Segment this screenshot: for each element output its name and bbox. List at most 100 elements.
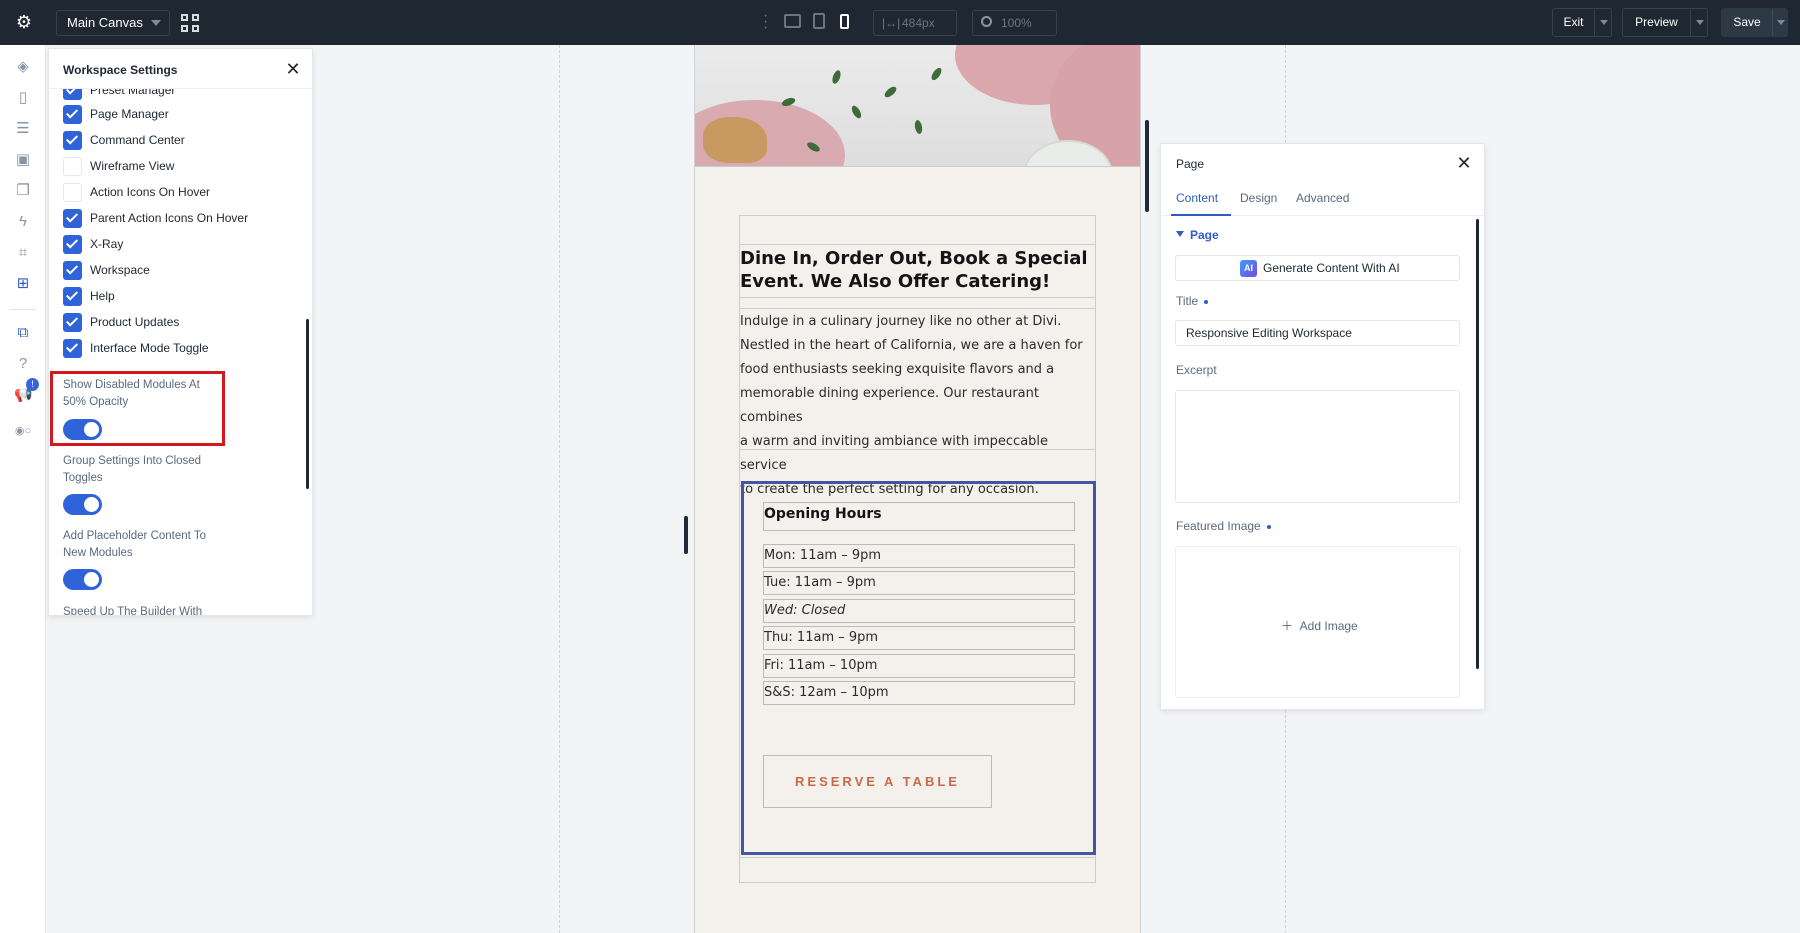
save-label: Save — [1733, 15, 1761, 29]
hero-leaf — [929, 66, 944, 82]
opening-hours-title[interactable]: Opening Hours — [763, 502, 1075, 531]
hours-row[interactable]: Fri: 11am – 10pm — [763, 654, 1075, 678]
checkbox-label: Preset Manager — [90, 89, 176, 97]
checkbox[interactable] — [63, 235, 82, 254]
toggle-group-settings[interactable] — [63, 494, 102, 515]
checkbox-label: Product Updates — [90, 315, 180, 329]
featured-image-upload[interactable]: ＋ Add Image — [1175, 546, 1460, 698]
scrollbar[interactable] — [1476, 219, 1479, 669]
theme-builder-icon[interactable]: ⌗ — [14, 244, 32, 262]
workspace-settings-icon[interactable]: ⊞ — [14, 275, 32, 293]
highlight-box — [50, 371, 225, 446]
hours-row[interactable]: Wed: Closed — [763, 599, 1075, 623]
mode-toggle-icon[interactable]: ◉○ — [14, 422, 32, 440]
checkbox[interactable] — [63, 183, 82, 202]
gear-icon[interactable]: ⚙ — [14, 12, 34, 32]
generate-ai-button[interactable]: AI Generate Content With AI — [1175, 255, 1460, 281]
dynamic-content-icon — [1266, 524, 1271, 529]
hero-leaf — [849, 104, 864, 120]
checkbox-label: Action Icons On Hover — [90, 185, 211, 199]
grid-icon[interactable] — [181, 14, 199, 32]
desktop-view-icon[interactable] — [784, 14, 801, 28]
zoom-input[interactable]: 100% — [972, 10, 1057, 36]
hours-row[interactable]: Thu: 11am – 9pm — [763, 626, 1075, 650]
save-dropdown-icon[interactable] — [1777, 20, 1785, 25]
section-divider — [740, 857, 1095, 858]
save-button[interactable]: Save — [1721, 8, 1788, 37]
save-split — [1772, 9, 1773, 36]
lightning-icon[interactable]: ϟ — [14, 213, 32, 231]
layout-icon[interactable]: ▣ — [14, 151, 32, 169]
checkbox[interactable] — [63, 209, 82, 228]
section-title: Page — [1190, 228, 1219, 242]
checkbox-label: Parent Action Icons On Hover — [90, 211, 249, 225]
more-vertical-icon[interactable]: · · · — [763, 8, 768, 36]
width-value: 484px — [902, 16, 935, 30]
toggle-placeholder-content[interactable] — [63, 569, 102, 590]
tab-design[interactable]: Design — [1240, 191, 1277, 205]
hero-bread — [703, 117, 767, 163]
resize-handle-right[interactable] — [1145, 120, 1149, 212]
checkbox[interactable] — [63, 157, 82, 176]
paragraph-line: memorable dining experience. Our restaur… — [740, 386, 1039, 425]
intro-paragraph: Indulge in a culinary journey like no ot… — [740, 309, 1095, 502]
paragraph-line: a warm and inviting ambiance with impecc… — [740, 434, 1049, 473]
section-heading[interactable]: Dine In, Order Out, Book a Special Event… — [740, 244, 1095, 298]
intro-text-module[interactable]: Indulge in a culinary journey like no ot… — [740, 308, 1095, 497]
preview-dropdown-icon[interactable] — [1696, 20, 1704, 25]
paragraph-line: Indulge in a culinary journey like no ot… — [740, 314, 1062, 329]
width-input[interactable]: |↔| 484px — [873, 10, 957, 36]
reserve-table-button[interactable]: RESERVE A TABLE — [763, 755, 992, 808]
preview-button[interactable]: Preview — [1622, 8, 1708, 37]
toggle-label: Add Placeholder Content To New Modules — [63, 530, 206, 559]
close-icon[interactable]: ✕ — [1456, 154, 1472, 172]
tab-content[interactable]: Content — [1176, 191, 1218, 205]
checkbox[interactable] — [63, 339, 82, 358]
exit-label: Exit — [1563, 15, 1584, 29]
close-icon[interactable]: ✕ — [285, 60, 301, 78]
hero-image — [695, 45, 1140, 167]
pages-icon[interactable]: ❐ — [14, 182, 32, 200]
caret-down-icon — [1176, 231, 1184, 237]
hours-row[interactable]: Mon: 11am – 9pm — [763, 544, 1075, 568]
checkbox[interactable] — [63, 131, 82, 150]
canvas-select[interactable]: Main Canvas — [56, 10, 170, 36]
scrollbar[interactable] — [306, 319, 309, 489]
checkbox[interactable] — [63, 313, 82, 332]
add-image-label: Add Image — [1299, 619, 1358, 633]
preview-label: Preview — [1635, 15, 1678, 29]
tablet-view-icon[interactable] — [813, 13, 825, 29]
database-icon[interactable]: ☰ — [14, 120, 32, 138]
checkbox-label: Page Manager — [90, 107, 169, 121]
tab-advanced[interactable]: Advanced — [1296, 191, 1349, 205]
exit-dropdown-icon[interactable] — [1600, 20, 1608, 25]
hours-row[interactable]: Tue: 11am – 9pm — [763, 571, 1075, 595]
preview-split — [1690, 9, 1691, 36]
workspace-settings-title: Workspace Settings — [63, 63, 178, 77]
exit-button[interactable]: Exit — [1552, 8, 1612, 37]
checkbox[interactable] — [63, 89, 82, 100]
add-image-button[interactable]: ＋ Add Image — [1281, 617, 1358, 634]
notification-badge: ! — [26, 378, 39, 391]
checkbox[interactable] — [63, 287, 82, 306]
checkbox[interactable] — [63, 261, 82, 280]
content-section[interactable]: Dine In, Order Out, Book a Special Event… — [739, 215, 1096, 883]
width-resize-icon: |↔| — [882, 16, 901, 30]
page-settings-panel: Page ✕ Content Design Advanced Page AI G… — [1160, 143, 1485, 710]
excerpt-textarea[interactable] — [1175, 390, 1460, 503]
library-icon[interactable]: ▯ — [14, 89, 32, 107]
resize-handle-left[interactable] — [684, 516, 688, 554]
checkbox[interactable] — [63, 105, 82, 124]
title-input[interactable]: Responsive Editing Workspace — [1175, 320, 1460, 346]
window-icon[interactable]: ⧉ — [14, 324, 32, 342]
checkbox-label: Help — [90, 289, 115, 303]
opening-hours-column[interactable]: Opening Hours Mon: 11am – 9pm Tue: 11am … — [741, 481, 1096, 855]
phone-view-icon[interactable] — [840, 14, 849, 29]
help-icon[interactable]: ? — [14, 355, 32, 373]
hours-row[interactable]: S&S: 12am – 10pm — [763, 681, 1075, 705]
layers-icon[interactable]: ◈ — [14, 58, 32, 76]
hero-leaf — [913, 119, 924, 135]
featured-image-label-text: Featured Image — [1176, 519, 1261, 533]
dynamic-content-icon — [1204, 299, 1209, 304]
ai-icon: AI — [1240, 260, 1257, 277]
